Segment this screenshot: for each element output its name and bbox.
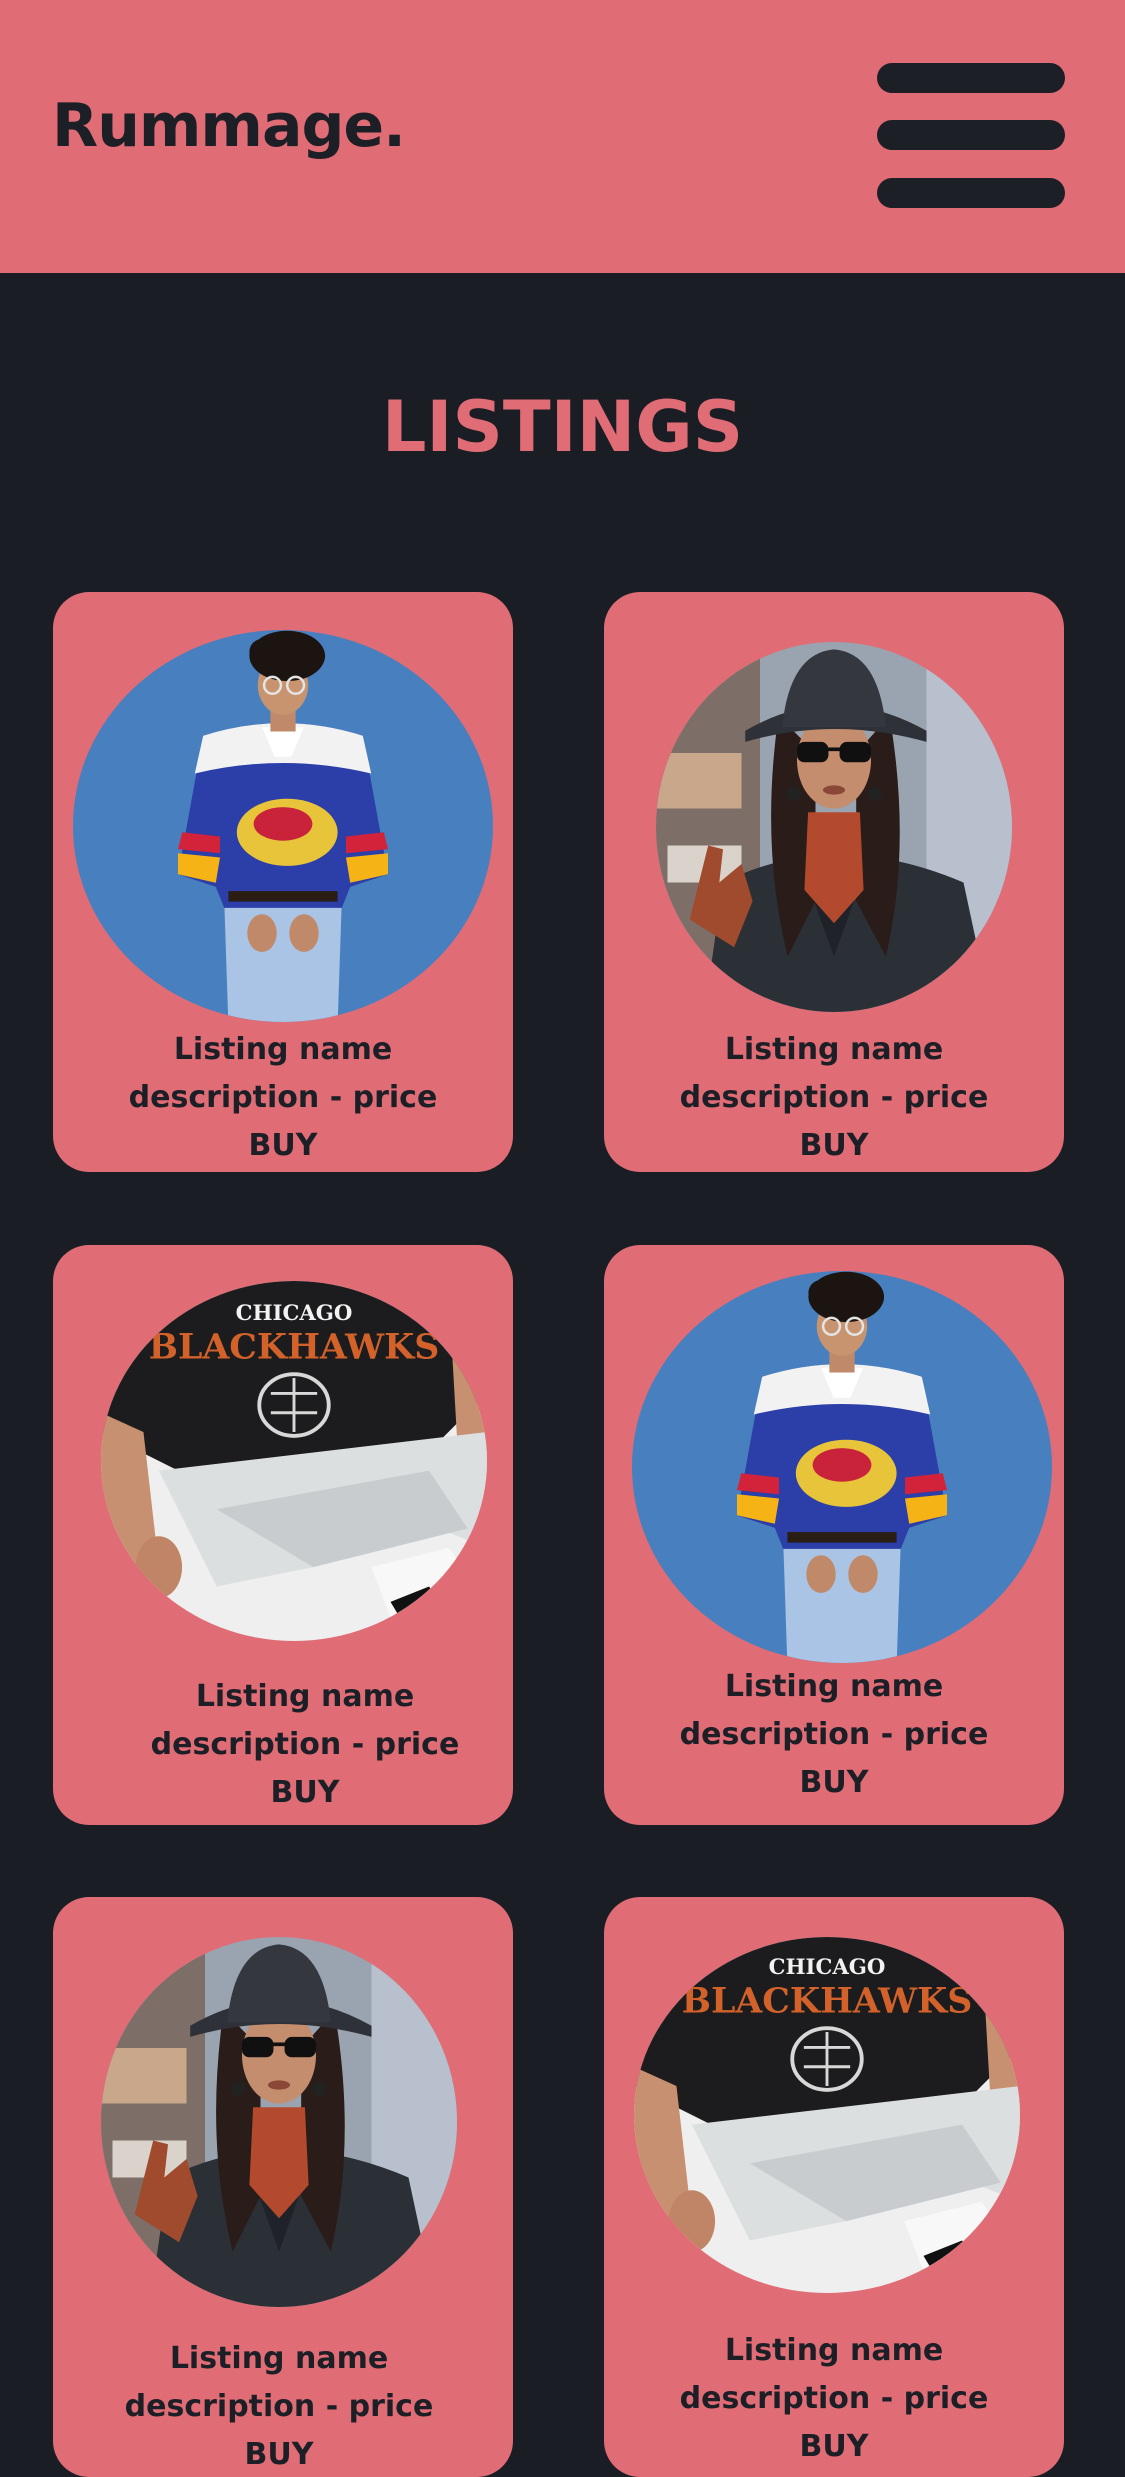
buy-button[interactable]: BUY bbox=[53, 1122, 513, 1170]
listing-name: Listing name bbox=[724, 2333, 944, 2368]
listing-description-price: description - price bbox=[128, 1080, 438, 1115]
man-blackhawks-tshirt-photo bbox=[101, 1281, 487, 1641]
woman-black-hat-coat-photo bbox=[101, 1937, 457, 2307]
hamburger-menu-icon[interactable] bbox=[877, 63, 1065, 208]
man-blue-hockey-jersey-photo bbox=[73, 630, 493, 1022]
app-header: Rummage. bbox=[0, 0, 1125, 273]
buy-button[interactable]: BUY bbox=[53, 2431, 509, 2477]
listing-info: Listing name description - price BUY bbox=[53, 2335, 509, 2477]
listing-name: Listing name bbox=[195, 1679, 415, 1714]
man-blackhawks-tshirt-photo bbox=[634, 1937, 1020, 2293]
listing-info: Listing name description - price BUY bbox=[604, 1026, 1064, 1170]
listing-info: Listing name description - price BUY bbox=[604, 2327, 1064, 2471]
listing-description-price: description - price bbox=[679, 1717, 989, 1752]
buy-button[interactable]: BUY bbox=[604, 1122, 1064, 1170]
listing-card[interactable]: Listing name description - price BUY bbox=[604, 592, 1064, 1172]
listing-card[interactable]: Listing name description - price BUY bbox=[604, 1897, 1064, 2477]
listing-name: Listing name bbox=[724, 1669, 944, 1704]
app-logo[interactable]: Rummage. bbox=[52, 88, 406, 164]
listing-description-price: description - price bbox=[679, 1080, 989, 1115]
listing-info: Listing name description - price BUY bbox=[75, 1673, 513, 1817]
listing-name: Listing name bbox=[173, 1032, 393, 1067]
buy-button[interactable]: BUY bbox=[604, 1759, 1064, 1807]
menu-bar-middle bbox=[877, 120, 1065, 150]
woman-black-hat-coat-photo bbox=[656, 642, 1012, 1012]
buy-button[interactable]: BUY bbox=[604, 2423, 1064, 2471]
page-title: LISTINGS bbox=[381, 386, 744, 468]
listing-description-price: description - price bbox=[679, 2381, 989, 2416]
listing-card[interactable]: Listing name description - price BUY bbox=[53, 1897, 513, 2477]
listing-card[interactable]: Listing name description - price BUY bbox=[53, 592, 513, 1172]
listing-card[interactable]: Listing name description - price BUY bbox=[604, 1245, 1064, 1825]
buy-button[interactable]: BUY bbox=[75, 1769, 513, 1817]
listing-name: Listing name bbox=[724, 1032, 944, 1067]
listing-info: Listing name description - price BUY bbox=[53, 1026, 513, 1170]
man-blue-hockey-jersey-photo bbox=[632, 1271, 1052, 1663]
listing-info: Listing name description - price BUY bbox=[604, 1663, 1064, 1807]
menu-bar-top bbox=[877, 63, 1065, 93]
listing-description-price: description - price bbox=[150, 1727, 460, 1762]
listing-description-price: description - price bbox=[124, 2389, 434, 2424]
listing-card[interactable]: Listing name description - price BUY bbox=[53, 1245, 513, 1825]
menu-bar-bottom bbox=[877, 178, 1065, 208]
listing-name: Listing name bbox=[169, 2341, 389, 2376]
